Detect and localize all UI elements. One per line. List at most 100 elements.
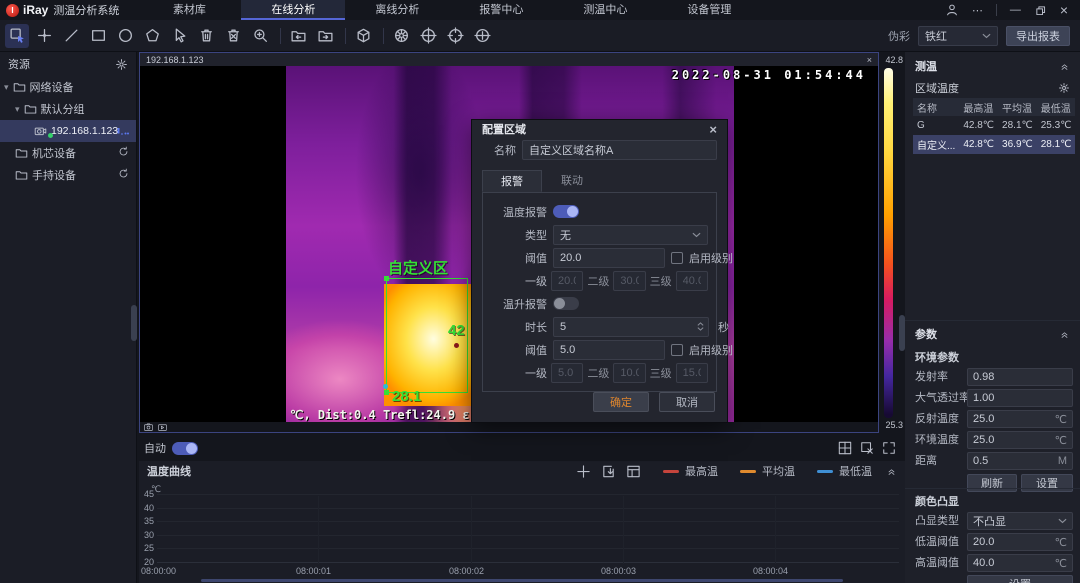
low-threshold-field[interactable]: 20.0℃ — [967, 533, 1073, 551]
collapse-chevrons-icon[interactable] — [1059, 61, 1070, 71]
level3-label: 三级 — [650, 273, 672, 289]
refresh-button[interactable]: 刷新 — [967, 474, 1017, 492]
more-menu-icon[interactable]: ⋯ — [972, 4, 983, 17]
table-row[interactable]: G 42.8℃ 28.1℃ 25.3℃ — [913, 116, 1075, 135]
sidebar-item-core-devices[interactable]: 机芯设备 — [0, 142, 136, 164]
params-set-button[interactable]: 设置 — [1021, 474, 1073, 492]
sidebar-item-network-devices[interactable]: ▾ 网络设备 — [0, 76, 136, 98]
sidebar-item-handheld-devices[interactable]: 手持设备 — [0, 164, 136, 186]
rise-alarm-toggle[interactable] — [553, 297, 579, 310]
sidebar-item-device-192-168-1-123[interactable]: 192.168.1.123 — [0, 120, 136, 142]
emissivity-field[interactable]: 0.98 — [967, 368, 1073, 386]
nav-tab-material[interactable]: 素材库 — [137, 0, 241, 20]
cancel-button[interactable]: 取消 — [659, 392, 715, 412]
region-name-input[interactable] — [522, 140, 717, 160]
nav-tab-device-manage[interactable]: 设备管理 — [657, 0, 761, 20]
line-tool-icon[interactable] — [59, 24, 83, 48]
export-file-icon[interactable] — [313, 24, 337, 48]
pseudo-color-select[interactable]: 铁红 — [918, 26, 998, 46]
rise-level3-input[interactable] — [676, 363, 708, 383]
select-tool-icon[interactable] — [5, 24, 29, 48]
close-window-icon[interactable] — [860, 441, 874, 455]
alarm-type-select[interactable]: 无 — [553, 225, 708, 245]
minimize-button[interactable]: — — [1010, 4, 1021, 16]
high-threshold-field[interactable]: 40.0℃ — [967, 554, 1073, 572]
center-crosshair-full-icon[interactable] — [416, 24, 440, 48]
reflected-temp-field[interactable]: 25.0℃ — [967, 410, 1073, 428]
center-crosshair-icon[interactable] — [443, 24, 467, 48]
dialog-close-icon[interactable]: × — [709, 122, 717, 137]
threshold-input[interactable] — [553, 248, 665, 268]
tab-linkage[interactable]: 联动 — [542, 170, 602, 192]
legend-min[interactable]: 最低温 — [817, 463, 872, 479]
chart-collapse-chevrons-icon[interactable] — [886, 466, 897, 476]
clear-all-tool-icon[interactable] — [221, 24, 245, 48]
pick-tool-icon[interactable] — [167, 24, 191, 48]
cube-3d-icon[interactable] — [351, 24, 375, 48]
rise-level2-input[interactable] — [613, 363, 645, 383]
roi-handle[interactable] — [384, 390, 389, 395]
import-file-icon[interactable] — [286, 24, 310, 48]
polygon-tool-icon[interactable] — [140, 24, 164, 48]
table-view-icon[interactable] — [626, 464, 641, 479]
caret-down-icon[interactable]: ▾ — [4, 82, 9, 93]
chart-scrollbar[interactable] — [201, 579, 843, 582]
point-tool-icon[interactable] — [32, 24, 56, 48]
sidebar-collapse-handle[interactable] — [131, 305, 137, 341]
legend-avg[interactable]: 平均温 — [740, 463, 795, 479]
level2-input[interactable] — [613, 271, 645, 291]
fullscreen-icon[interactable] — [882, 441, 896, 455]
delete-tool-icon[interactable] — [194, 24, 218, 48]
refresh-icon[interactable] — [118, 168, 129, 179]
rise-level1-input[interactable] — [551, 363, 583, 383]
rise-threshold-input[interactable] — [553, 340, 665, 360]
zoom-tool-icon[interactable] — [248, 24, 272, 48]
sidebar-item-default-group[interactable]: ▾ 默认分组 — [0, 98, 136, 120]
table-row-selected[interactable]: 自定义... 42.8℃ 36.9℃ 28.1℃ — [913, 135, 1075, 154]
transmittance-field[interactable]: 1.00 — [967, 389, 1073, 407]
nav-tab-alarm-center[interactable]: 报警中心 — [449, 0, 553, 20]
rise-enable-level-checkbox[interactable] — [671, 344, 683, 356]
record-video-icon[interactable] — [158, 423, 167, 431]
user-icon[interactable] — [945, 3, 959, 17]
highlight-set-button[interactable]: 设置 — [967, 575, 1073, 583]
nav-tab-measure-center[interactable]: 测温中心 — [553, 0, 657, 20]
region-temp-title: 区域温度 — [915, 80, 959, 96]
folder-icon — [15, 147, 28, 159]
export-report-button[interactable]: 导出报表 — [1006, 26, 1070, 46]
enable-level-checkbox[interactable] — [671, 252, 683, 264]
highlight-type-select[interactable]: 不凸显 — [967, 512, 1073, 530]
restore-button[interactable] — [1034, 4, 1047, 17]
ok-button[interactable]: 确定 — [593, 392, 649, 412]
auto-toggle[interactable] — [172, 442, 198, 455]
export-curve-icon[interactable] — [601, 464, 616, 479]
refresh-icon[interactable] — [118, 146, 129, 157]
distance-field[interactable]: 0.5M — [967, 452, 1073, 470]
temp-alarm-toggle[interactable] — [553, 205, 579, 218]
level1-input[interactable] — [551, 271, 583, 291]
duration-input[interactable] — [553, 317, 709, 337]
sidebar-settings-gear-icon[interactable] — [115, 58, 128, 71]
nav-tab-offline-analysis[interactable]: 离线分析 — [345, 0, 449, 20]
rectangle-tool-icon[interactable] — [86, 24, 110, 48]
layout-grid-icon[interactable] — [838, 441, 852, 455]
add-curve-icon[interactable] — [576, 464, 591, 479]
region-settings-gear-icon[interactable] — [1058, 82, 1070, 94]
nav-tab-online-analysis[interactable]: 在线分析 — [241, 0, 345, 20]
close-button[interactable]: × — [1060, 2, 1068, 18]
rightpanel-collapse-handle[interactable] — [899, 315, 905, 351]
isotherm-wheel-icon[interactable] — [389, 24, 413, 48]
duration-spinner[interactable] — [697, 322, 704, 331]
folder-icon — [15, 169, 28, 181]
center-crosshair-horizontal-icon[interactable] — [470, 24, 494, 48]
legend-max[interactable]: 最高温 — [663, 463, 718, 479]
viewer-close-icon[interactable]: × — [867, 55, 872, 65]
caret-down-icon[interactable]: ▾ — [15, 104, 20, 115]
level3-input[interactable] — [676, 271, 708, 291]
ambient-temp-field[interactable]: 25.0℃ — [967, 431, 1073, 449]
snapshot-camera-icon[interactable] — [144, 423, 153, 431]
collapse-chevrons-icon[interactable] — [1059, 329, 1070, 339]
rise-level1-label: 一级 — [491, 365, 547, 381]
tab-alarm[interactable]: 报警 — [482, 170, 542, 192]
circle-tool-icon[interactable] — [113, 24, 137, 48]
